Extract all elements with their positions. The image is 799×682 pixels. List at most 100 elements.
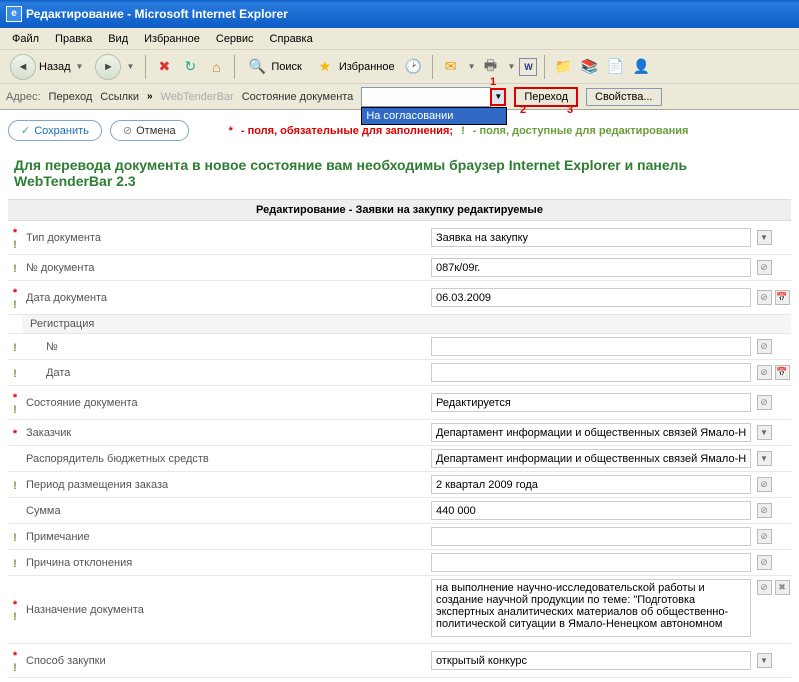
menu-favorites[interactable]: Избранное (136, 30, 208, 48)
reject-field[interactable] (431, 553, 751, 572)
webtenderbar-label[interactable]: WebTenderBar (161, 91, 234, 103)
customer-field[interactable] (431, 423, 751, 442)
separator (234, 55, 235, 79)
separator (432, 55, 433, 79)
label-reject: Причина отклонения (22, 550, 427, 576)
lock-icon: ⊘ (757, 365, 772, 380)
window-title: Редактирование - Microsoft Internet Expl… (26, 7, 288, 21)
calendar-icon[interactable]: 📅 (775, 365, 790, 380)
lock-icon: ⊘ (757, 260, 772, 275)
label-reg-date: Дата (22, 360, 427, 386)
doc-state-dropdown-list[interactable]: На согласовании (361, 107, 507, 125)
label-manager: Распорядитель бюджетных средств (22, 446, 427, 472)
label-doc-num: № документа (22, 255, 427, 281)
lock-icon: ⊘ (757, 339, 772, 354)
label-state: Состояние документа (22, 386, 427, 420)
label-customer: Заказчик (22, 420, 427, 446)
separator (145, 55, 146, 79)
doc-date-field[interactable] (431, 288, 751, 307)
links-label[interactable]: Ссылки (100, 91, 139, 103)
search-button[interactable]: 🔍 Поиск (242, 54, 305, 80)
window-titlebar: e Редактирование - Microsoft Internet Ex… (0, 0, 799, 28)
messenger-icon[interactable]: 👤 (630, 56, 652, 78)
label-note: Примечание (22, 524, 427, 550)
back-arrow-icon: ◄ (10, 54, 36, 80)
method-field[interactable] (431, 651, 751, 670)
chevron-down-icon: ▼ (126, 62, 134, 71)
save-button[interactable]: ✓ Сохранить (8, 120, 102, 141)
legend-required-text: - поля, обязательные для заполнения; (241, 125, 453, 137)
doc-state-input[interactable] (361, 87, 491, 107)
dropdown-icon[interactable]: ▼ (757, 653, 772, 668)
lock-icon: ⊘ (757, 580, 772, 595)
favorites-button[interactable]: ★ Избранное (310, 54, 399, 80)
label-doc-type: Тип документа (22, 221, 427, 255)
dropdown-icon[interactable]: ▼ (757, 451, 772, 466)
state-field[interactable] (431, 393, 751, 412)
search-icon: 🔍 (246, 56, 268, 78)
lock-icon: ⊘ (757, 290, 772, 305)
menu-file[interactable]: Файл (4, 30, 47, 48)
ie-icon: e (6, 6, 22, 22)
separator (544, 55, 545, 79)
refresh-icon[interactable]: ↻ (179, 56, 201, 78)
sum-field[interactable] (431, 501, 751, 520)
annotation-3: 3 (567, 104, 573, 116)
dropdown-icon[interactable]: ▼ (757, 230, 772, 245)
menu-help[interactable]: Справка (262, 30, 321, 48)
print-icon[interactable]: 🖶 (480, 56, 502, 78)
section-title: Редактирование - Заявки на закупку редак… (8, 199, 791, 221)
manager-field[interactable] (431, 449, 751, 468)
calendar-icon[interactable]: 📅 (775, 290, 790, 305)
label-registration: Регистрация (22, 315, 791, 334)
page-content: ✓ Сохранить ⊘ Отмена * - поля, обязатель… (0, 110, 799, 682)
chevron-down-icon: ▼ (508, 62, 516, 71)
purpose-field[interactable] (431, 579, 751, 637)
doc-type-field[interactable] (431, 228, 751, 247)
check-icon: ✓ (21, 124, 30, 137)
back-button[interactable]: ◄ Назад ▼ (6, 52, 87, 82)
properties-button[interactable]: Свойства... (586, 88, 661, 106)
cancel-button[interactable]: ⊘ Отмена (110, 120, 189, 141)
label-doc-date: Дата документа (22, 281, 427, 315)
menu-tools[interactable]: Сервис (208, 30, 262, 48)
forward-arrow-icon: ► (95, 54, 121, 80)
dropdown-icon[interactable]: ▼ (757, 425, 772, 440)
home-icon[interactable]: ⌂ (205, 56, 227, 78)
note-field[interactable] (431, 527, 751, 546)
address-label: Адрес: (6, 91, 41, 103)
address-perehod[interactable]: Переход (49, 91, 93, 103)
history-icon[interactable]: 🕑 (403, 56, 425, 78)
mail-icon[interactable]: ✉ (440, 56, 462, 78)
state-label: Состояние документа (242, 91, 354, 103)
label-purpose: Назначение документа (22, 576, 427, 644)
label-reg-num: № (22, 334, 427, 360)
reg-date-field[interactable] (431, 363, 751, 382)
lock-icon: ⊘ (757, 395, 772, 410)
chevron-down-icon: ▼ (468, 62, 476, 71)
reg-num-field[interactable] (431, 337, 751, 356)
lock-icon: ⊘ (757, 529, 772, 544)
doc-num-field[interactable] (431, 258, 751, 277)
folder-icon[interactable]: 📁 (552, 56, 574, 78)
cancel-icon: ⊘ (123, 124, 132, 137)
lock-icon: ⊘ (757, 555, 772, 570)
period-field[interactable] (431, 475, 751, 494)
forward-button[interactable]: ► ▼ (91, 52, 138, 82)
label-method: Способ закупки (22, 644, 427, 678)
menu-edit[interactable]: Правка (47, 30, 100, 48)
chevron-down-icon: ▼ (76, 62, 84, 71)
page-icon[interactable]: 📄 (604, 56, 626, 78)
menu-view[interactable]: Вид (100, 30, 136, 48)
lock-icon: ⊘ (757, 477, 772, 492)
clear-icon[interactable]: ✖ (775, 580, 790, 595)
chevron-right-icon[interactable]: » (147, 91, 153, 102)
lock-icon: ⊘ (757, 503, 772, 518)
stop-icon[interactable]: ✖ (153, 56, 175, 78)
state-option[interactable]: На согласовании (366, 110, 453, 122)
label-sum: Сумма (22, 498, 427, 524)
doc-state-dropdown-button[interactable]: ▼ (490, 88, 506, 106)
research-icon[interactable]: 📚 (578, 56, 600, 78)
word-icon[interactable]: W (519, 58, 537, 76)
form-table: * ! Тип документа ▼ ! № документа ⊘ * ! … (8, 221, 791, 678)
